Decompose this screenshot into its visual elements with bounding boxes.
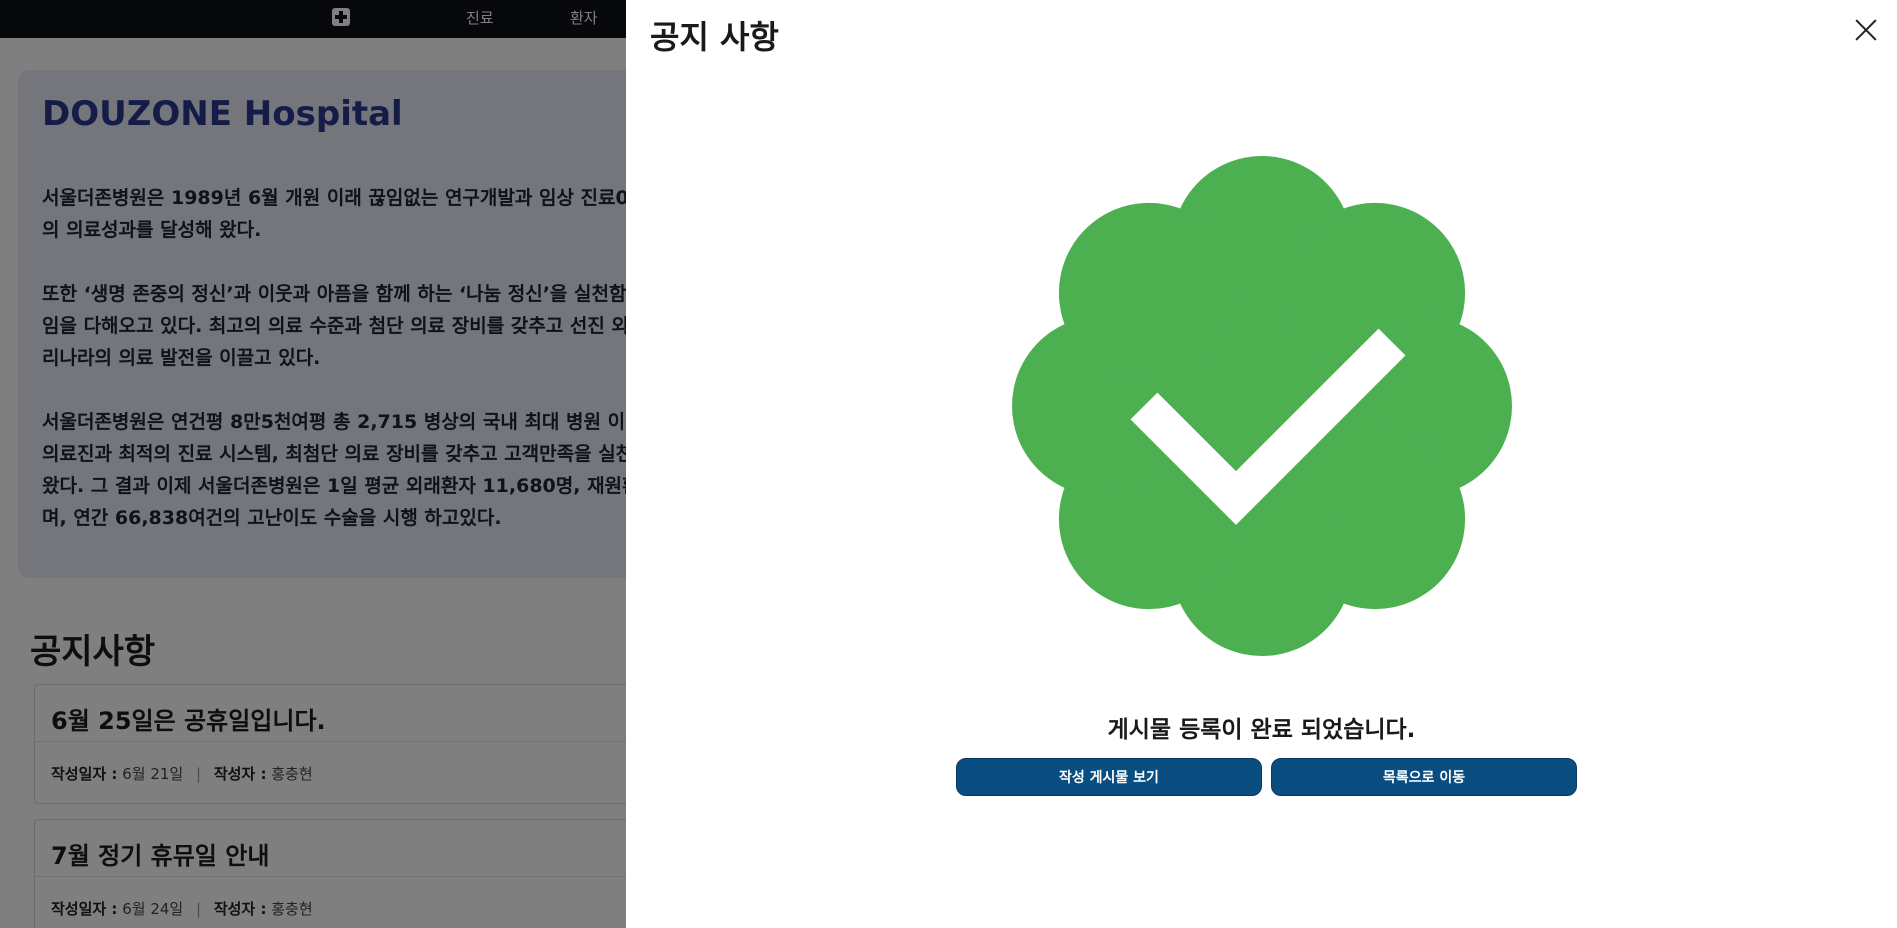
go-to-list-button[interactable]: 목록으로 이동: [1271, 758, 1577, 796]
badge-shape: [1012, 156, 1512, 656]
view-post-button[interactable]: 작성 게시물 보기: [956, 758, 1262, 796]
success-message: 게시물 등록이 완료 되었습니다.: [1107, 717, 1416, 743]
close-icon[interactable]: [1850, 14, 1882, 46]
notice-modal-panel: 공지 사항 게시물 등록이 완료 되었습니다. 작성 게시물 보기 목록으로 이…: [626, 0, 1897, 928]
verified-check-badge-icon: [1012, 156, 1512, 656]
modal-title: 공지 사항: [650, 18, 779, 56]
